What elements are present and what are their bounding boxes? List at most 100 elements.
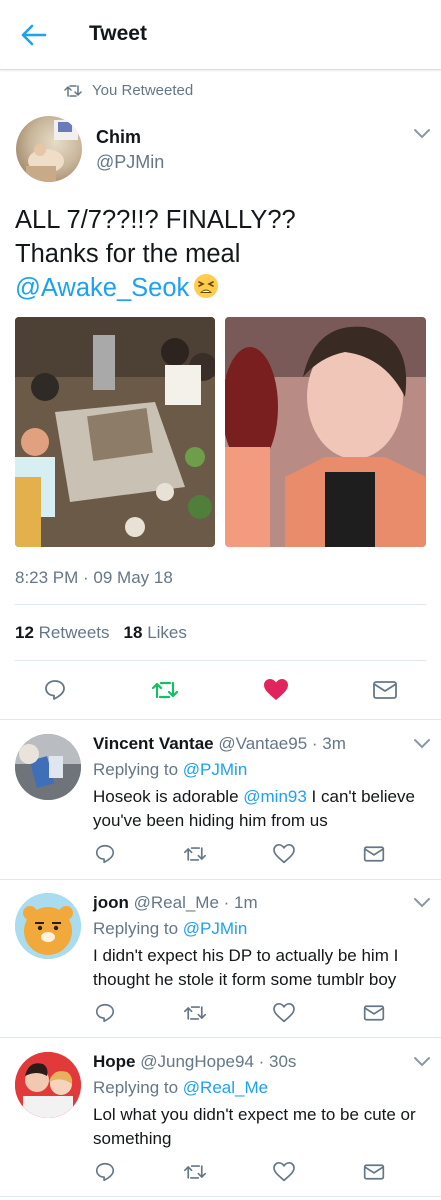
reply-text-part: Hoseok is adorable: [93, 787, 244, 806]
reply-actions: [0, 842, 441, 866]
separator: [0, 1037, 441, 1038]
back-arrow-icon: [21, 24, 47, 46]
retweet-button[interactable]: [183, 842, 207, 866]
author-handle[interactable]: @PJMin: [96, 152, 164, 173]
reply-author-handle[interactable]: @Real_Me: [134, 893, 219, 912]
author-name[interactable]: Chim: [96, 127, 141, 148]
reply-icon: [45, 680, 65, 700]
tweet-text: ALL 7/7??!!? FINALLY?? Thanks for the me…: [15, 203, 425, 305]
like-button[interactable]: [259, 673, 293, 707]
reply-icon: [95, 844, 115, 864]
heart-icon: [273, 1003, 295, 1023]
like-button[interactable]: [272, 1160, 296, 1184]
retweets-label: Retweets: [38, 623, 110, 642]
reply-button[interactable]: [93, 842, 117, 866]
retweet-button[interactable]: [183, 1160, 207, 1184]
reply-time: · 30s: [258, 1052, 297, 1071]
share-dm-button[interactable]: [368, 673, 402, 707]
replying-to: Replying to @PJMin: [93, 760, 247, 780]
replying-prefix: Replying to: [93, 760, 179, 779]
reply-avatar[interactable]: [15, 893, 81, 959]
author-avatar[interactable]: [16, 116, 82, 182]
replying-to: Replying to @PJMin: [93, 919, 247, 939]
tweet-photo-1[interactable]: [15, 317, 215, 547]
reply-author-name[interactable]: joon: [93, 893, 129, 912]
likes-label: Likes: [147, 623, 187, 642]
tweet-text-line-1: ALL 7/7??!!? FINALLY??: [15, 206, 296, 234]
retweet-icon: [64, 84, 82, 97]
reply-author-handle[interactable]: @JungHope94: [140, 1052, 254, 1071]
replying-to-link[interactable]: @PJMin: [183, 760, 248, 779]
chevron-down-icon[interactable]: [413, 1056, 431, 1068]
share-dm-button[interactable]: [362, 1001, 386, 1025]
retweet-icon: [184, 847, 206, 861]
reply-text: Lol what you didn't expect me to be cute…: [93, 1105, 416, 1148]
reply-button[interactable]: [93, 1001, 117, 1025]
retweet-context-label: You Retweeted: [92, 82, 194, 99]
likes-count: 18: [123, 623, 143, 642]
replying-to: Replying to @Real_Me: [93, 1078, 268, 1098]
replying-prefix: Replying to: [93, 1078, 179, 1097]
retweet-context: You Retweeted: [64, 82, 193, 99]
retweets-stat[interactable]: 12 Retweets: [15, 623, 110, 643]
envelope-icon: [363, 846, 385, 862]
tweet-text-line-2: Thanks for the meal: [15, 240, 241, 268]
replying-prefix: Replying to: [93, 919, 179, 938]
retweet-icon: [184, 1165, 206, 1179]
replying-to-link[interactable]: @PJMin: [183, 919, 248, 938]
divider: [15, 660, 426, 661]
reply-mention-link[interactable]: @min93: [243, 787, 307, 806]
reply-button[interactable]: [38, 673, 72, 707]
share-dm-button[interactable]: [362, 1160, 386, 1184]
heart-icon: [273, 844, 295, 864]
chevron-down-icon[interactable]: [413, 128, 431, 140]
reply-text: I didn't expect his DP to actually be hi…: [93, 946, 399, 989]
tweet-stats: 12 Retweets 18 Likes: [15, 623, 187, 643]
chevron-down-icon[interactable]: [413, 738, 431, 750]
likes-stat[interactable]: 18 Likes: [124, 623, 187, 643]
retweet-icon: [184, 1006, 206, 1020]
back-button[interactable]: [18, 20, 50, 50]
avatar-photo: [26, 120, 78, 182]
reply-actions: [0, 1160, 441, 1184]
reply-time: · 3m: [311, 734, 346, 753]
separator: [0, 879, 441, 880]
tired-face-emoji-icon: [194, 274, 219, 298]
reply-icon: [95, 1162, 115, 1182]
reply-actions: [0, 1001, 441, 1025]
reply-header: Vincent Vantae @Vantae95 · 3m: [93, 734, 346, 754]
reply-button[interactable]: [93, 1160, 117, 1184]
retweet-button[interactable]: [183, 1001, 207, 1025]
reply-header: Hope @JungHope94 · 30s: [93, 1052, 296, 1072]
retweet-icon: [152, 681, 178, 699]
reply-author-name[interactable]: Hope: [93, 1052, 136, 1071]
heart-filled-icon: [264, 679, 288, 700]
heart-icon: [273, 1162, 295, 1182]
envelope-icon: [363, 1164, 385, 1180]
reply-header: joon @Real_Me · 1m: [93, 893, 258, 913]
envelope-icon: [373, 681, 397, 699]
chevron-down-icon[interactable]: [413, 897, 431, 909]
retweet-button[interactable]: [148, 673, 182, 707]
reply-avatar[interactable]: [15, 734, 81, 800]
reply-time: · 1m: [223, 893, 258, 912]
reply-avatar[interactable]: [15, 1052, 81, 1118]
reply-text: Hoseok is adorable @min93 I can't believ…: [93, 785, 433, 833]
divider: [15, 604, 426, 605]
reply-author-name[interactable]: Vincent Vantae: [93, 734, 214, 753]
tweet-mention-link[interactable]: @Awake_Seok: [15, 274, 189, 302]
top-bar: Tweet: [0, 0, 441, 70]
like-button[interactable]: [272, 1001, 296, 1025]
tweet-actions: [0, 673, 441, 707]
separator: [0, 1196, 441, 1197]
share-dm-button[interactable]: [362, 842, 386, 866]
tweet-photo-2[interactable]: [225, 317, 426, 547]
reply-author-handle[interactable]: @Vantae95: [218, 734, 307, 753]
envelope-icon: [363, 1005, 385, 1021]
retweets-count: 12: [15, 623, 34, 642]
reply-icon: [95, 1003, 115, 1023]
tweet-timestamp[interactable]: 8:23 PM · 09 May 18: [15, 568, 173, 588]
replying-to-link[interactable]: @Real_Me: [183, 1078, 268, 1097]
page-title: Tweet: [89, 22, 147, 45]
like-button[interactable]: [272, 842, 296, 866]
